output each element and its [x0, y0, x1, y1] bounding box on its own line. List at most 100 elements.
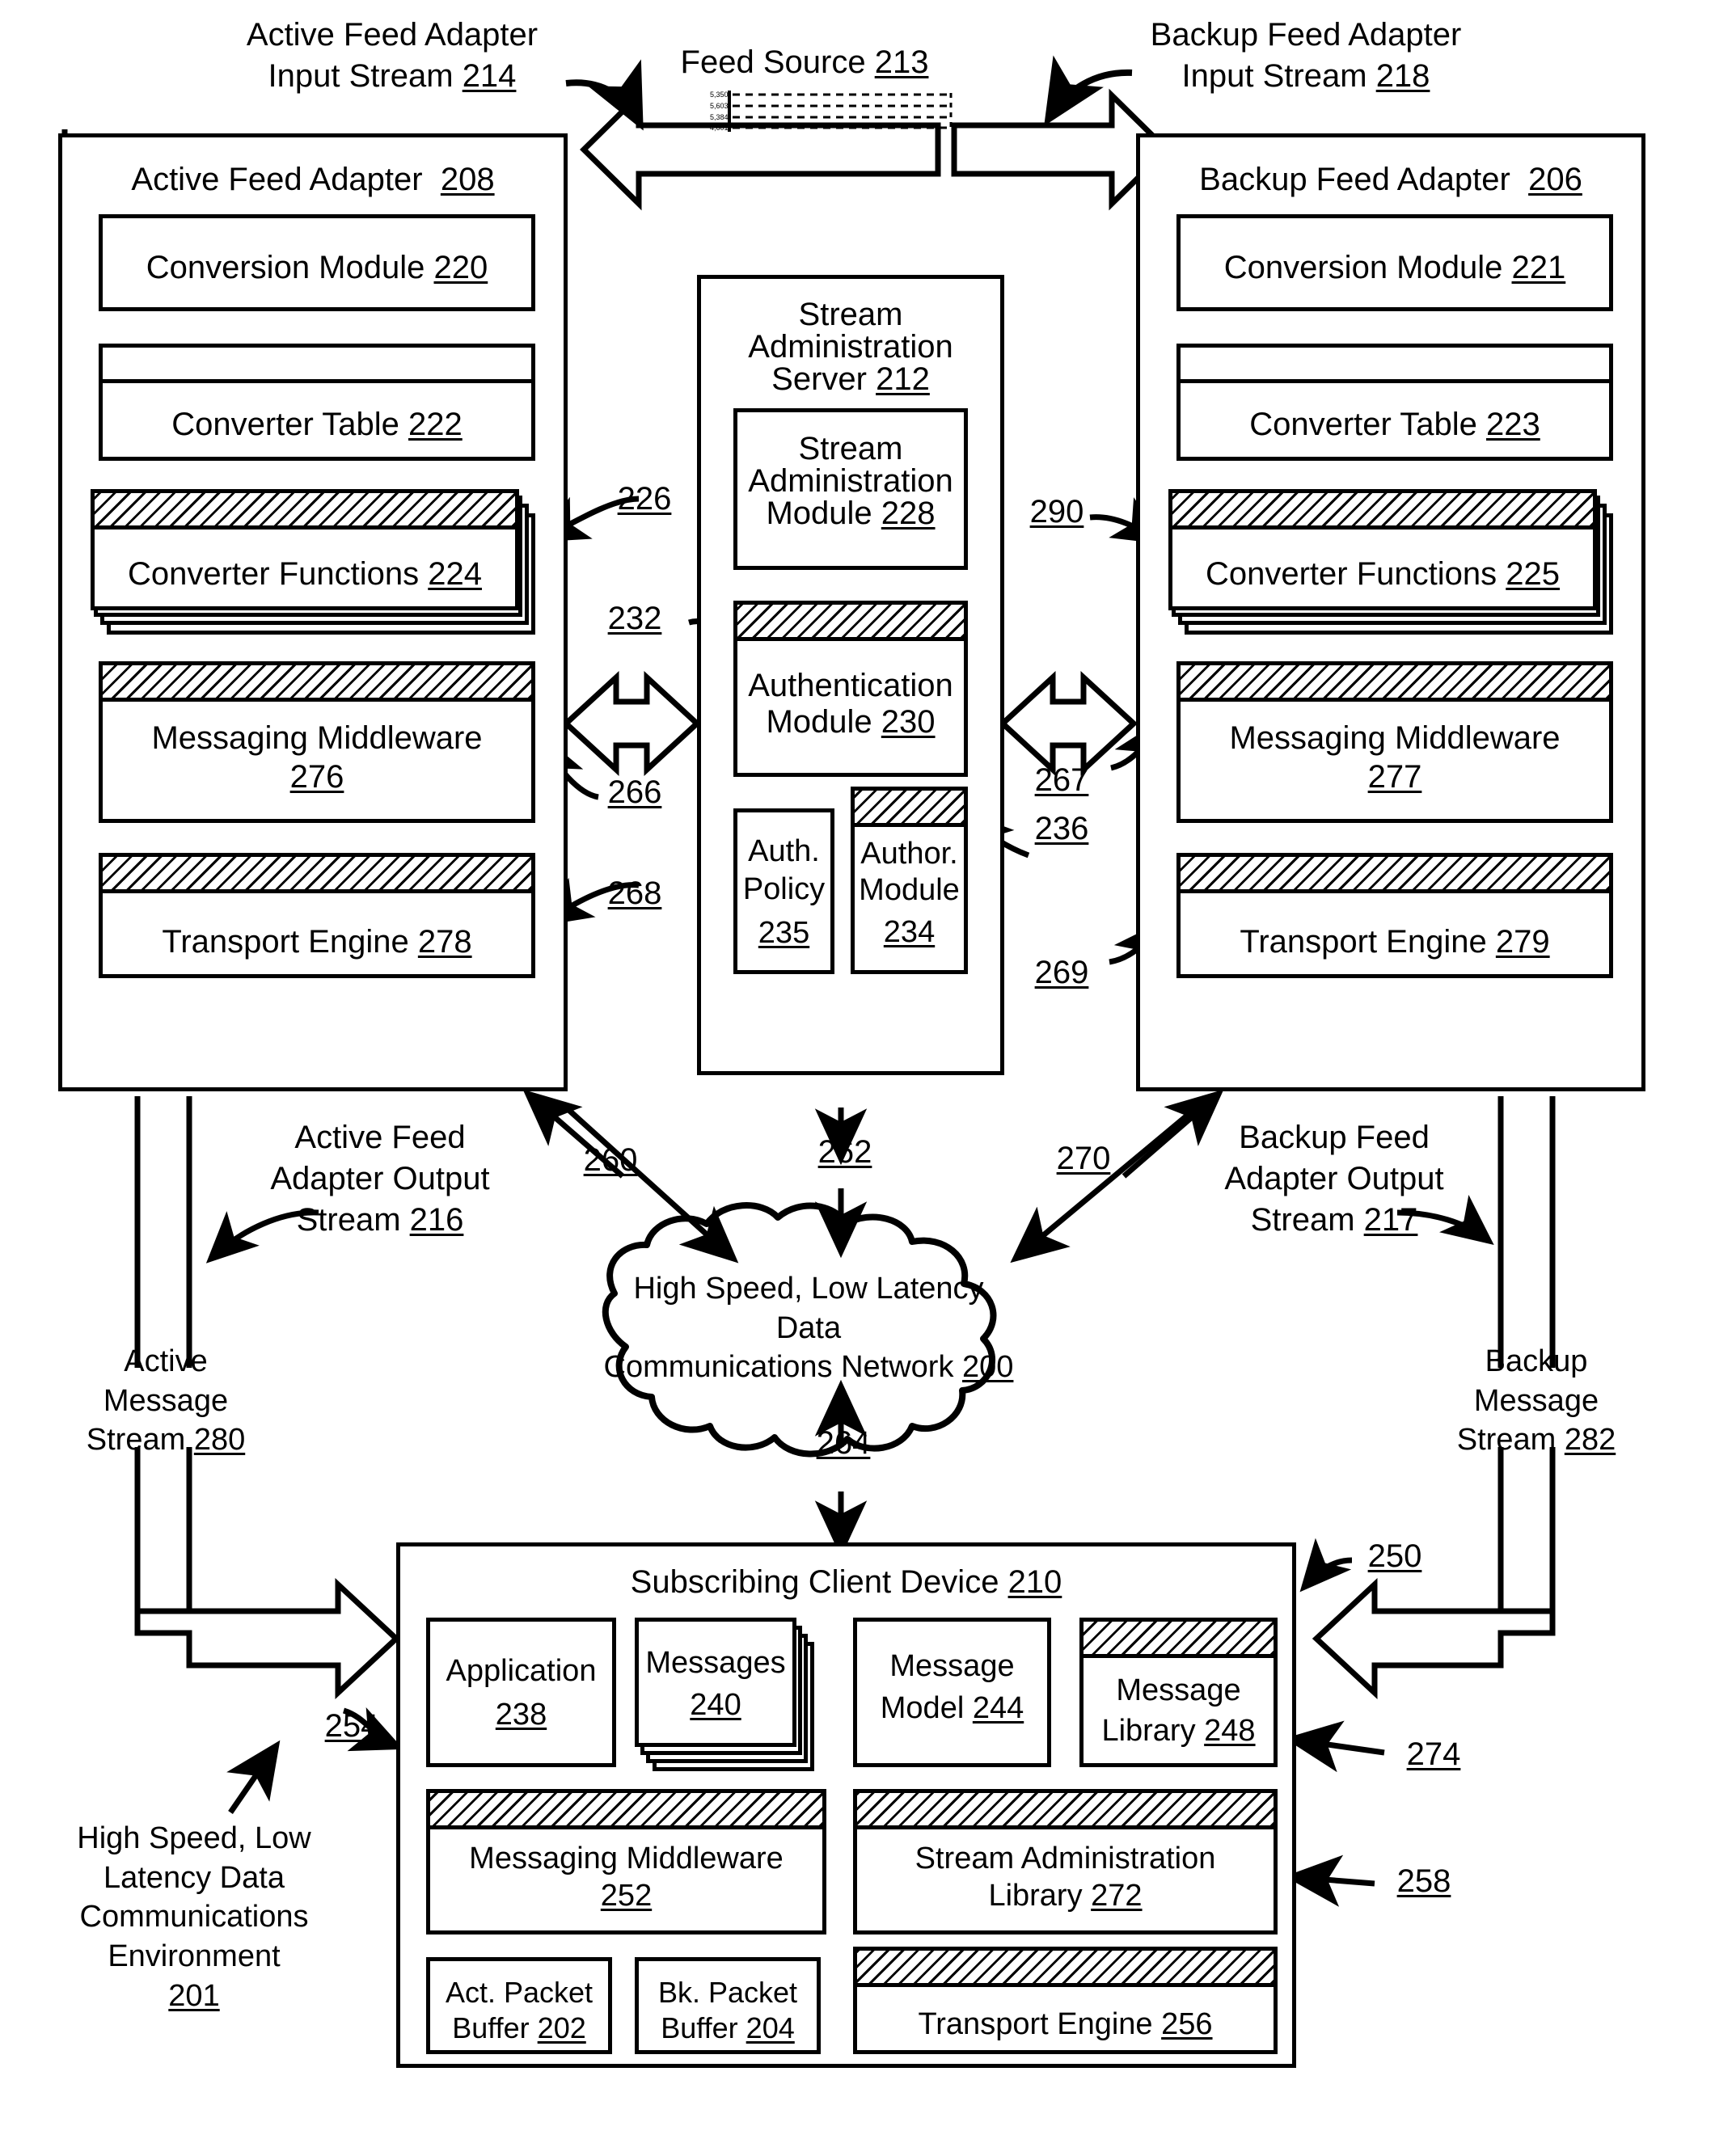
- ref-206: 206: [1528, 162, 1582, 197]
- converter-table-222[interactable]: Converter Table 222: [99, 344, 535, 461]
- ref-228: 228: [881, 496, 936, 531]
- label-active-input-stream: Active Feed Adapter Input Stream 214: [206, 15, 578, 97]
- transport-engine-256[interactable]: Transport Engine 256: [853, 1947, 1278, 2054]
- active-feed-adapter-box[interactable]: Active Feed Adapter 208 Conversion Modul…: [58, 133, 568, 1091]
- ref-282: 282: [1564, 1423, 1616, 1458]
- svg-text:5,350: 5,350: [710, 91, 729, 99]
- ref-235: 235: [758, 916, 810, 950]
- label-backup-input-stream-l2: Input Stream: [1181, 58, 1367, 95]
- hatch-strip: [1181, 665, 1609, 702]
- label-active-input-stream-l2: Input Stream: [268, 58, 454, 95]
- backup-feed-adapter-title: Backup Feed Adapter 206: [1199, 162, 1582, 197]
- ref-248: 248: [1204, 1714, 1256, 1748]
- message-model-244[interactable]: Message Model 244: [853, 1618, 1051, 1767]
- leader-250: [1299, 1538, 1353, 1593]
- converter-functions-224-stack[interactable]: Converter Functions 224: [91, 489, 543, 639]
- auth-policy-235[interactable]: Auth. Policy 235: [733, 808, 834, 974]
- ref-258: 258: [1396, 1863, 1451, 1899]
- ref-232: 232: [607, 601, 662, 636]
- ref-216: 216: [409, 1202, 464, 1238]
- authentication-module-230[interactable]: Authentication Module 230: [733, 601, 968, 777]
- ref-223: 223: [1486, 407, 1540, 442]
- svg-text:4,601: 4,601: [710, 124, 729, 132]
- ref-240: 240: [690, 1688, 741, 1722]
- ref-290: 290: [1029, 494, 1084, 530]
- ref-208: 208: [440, 162, 495, 197]
- ref-220: 220: [433, 250, 488, 285]
- ref-260: 260: [583, 1142, 638, 1178]
- messaging-middleware-252[interactable]: Messaging Middleware 252: [426, 1789, 826, 1934]
- ref-264: 264: [816, 1425, 871, 1461]
- converter-table-divider: [1176, 379, 1613, 383]
- messaging-middleware-277[interactable]: Messaging Middleware 277: [1176, 661, 1613, 823]
- ref-266: 266: [607, 774, 662, 810]
- hatch-strip: [857, 1951, 1274, 1987]
- ref-200: 200: [962, 1350, 1014, 1385]
- stream-administration-library-272[interactable]: Stream Administration Library 272: [853, 1789, 1278, 1934]
- ref-238: 238: [495, 1698, 547, 1732]
- label-backup-input-stream-l1: Backup Feed Adapter: [1150, 17, 1462, 53]
- act-packet-buffer-202[interactable]: Act. Packet Buffer 202: [426, 1957, 612, 2054]
- admin-server-title-l3: Server 212: [771, 361, 930, 397]
- ref-218: 218: [1375, 58, 1430, 95]
- ref-230: 230: [881, 704, 936, 740]
- ref-202: 202: [537, 2011, 586, 2044]
- ref-221: 221: [1511, 250, 1566, 285]
- ref-226: 226: [617, 481, 672, 517]
- admin-server-title-l1: Stream: [798, 297, 903, 332]
- arrow-cloud-backup-down: [1010, 1105, 1199, 1264]
- active-feed-adapter-title: Active Feed Adapter 208: [131, 162, 495, 197]
- leader-258: [1284, 1854, 1375, 1907]
- converter-functions-225-stack[interactable]: Converter Functions 225: [1168, 489, 1621, 639]
- messaging-middleware-276[interactable]: Messaging Middleware 276: [99, 661, 535, 823]
- author-module-234[interactable]: Author. Module 234: [851, 787, 968, 974]
- conversion-module-221[interactable]: Conversion Module 221: [1176, 214, 1613, 311]
- hatch-strip: [857, 1793, 1274, 1829]
- active-admin-bidir-arrow: [561, 671, 702, 776]
- bk-packet-buffer-204[interactable]: Bk. Packet Buffer 204: [635, 1957, 821, 2054]
- ref-224: 224: [428, 556, 483, 592]
- converter-table-223[interactable]: Converter Table 223: [1176, 344, 1613, 461]
- ref-213: 213: [874, 44, 929, 80]
- leader-274: [1284, 1720, 1385, 1773]
- message-library-248[interactable]: Message Library 248: [1079, 1618, 1278, 1767]
- ref-201: 201: [168, 1978, 220, 2013]
- ref-269: 269: [1034, 955, 1089, 990]
- ref-267: 267: [1034, 762, 1089, 798]
- svg-text:5,603: 5,603: [710, 102, 729, 110]
- ref-244: 244: [972, 1691, 1024, 1725]
- backup-stream-into-client-arrow: [1312, 1577, 1556, 1700]
- stream-administration-module-228[interactable]: Stream Administration Module 228: [733, 408, 968, 570]
- ref-262: 262: [817, 1134, 872, 1170]
- ref-268: 268: [607, 875, 662, 911]
- stream-administration-server-box[interactable]: Stream Administration Server 212 Stream …: [697, 275, 1004, 1075]
- application-238[interactable]: Application 238: [426, 1618, 616, 1767]
- ref-278: 278: [417, 924, 472, 960]
- ref-212: 212: [876, 361, 930, 397]
- subscribing-client-device-box[interactable]: Subscribing Client Device 210 Applicatio…: [396, 1542, 1296, 2068]
- hatch-strip: [103, 665, 531, 702]
- ref-279: 279: [1495, 924, 1550, 960]
- label-active-message-stream: Active Message Stream 280: [86, 1344, 246, 1458]
- hatch-strip: [1083, 1622, 1274, 1658]
- label-active-output-stream: Active Feed Adapter Output Stream 216: [270, 1120, 490, 1238]
- hatch-strip: [95, 493, 515, 530]
- patent-figure: 5,350 5,603 5,384 4,601 Active Feed Adap…: [0, 0, 1715, 2156]
- label-feed-source: Feed Source 213: [680, 44, 929, 80]
- backup-feed-adapter-box[interactable]: Backup Feed Adapter 206 Conversion Modul…: [1136, 133, 1645, 1091]
- hatch-strip: [430, 1793, 822, 1829]
- converter-functions-224[interactable]: Converter Functions 224: [91, 489, 519, 610]
- messages-240-stack[interactable]: Messages 240: [635, 1618, 833, 1779]
- client-device-title: Subscribing Client Device 210: [630, 1564, 1062, 1600]
- ref-234: 234: [883, 915, 936, 949]
- messages-240[interactable]: Messages 240: [635, 1618, 796, 1747]
- converter-functions-225[interactable]: Converter Functions 225: [1168, 489, 1597, 610]
- transport-engine-278[interactable]: Transport Engine 278: [99, 853, 535, 978]
- ref-222: 222: [408, 407, 463, 442]
- conversion-module-220[interactable]: Conversion Module 220: [99, 214, 535, 311]
- transport-engine-279[interactable]: Transport Engine 279: [1176, 853, 1613, 978]
- ref-217: 217: [1363, 1202, 1418, 1238]
- active-stream-into-client-arrow: [134, 1577, 401, 1700]
- ref-252: 252: [600, 1879, 653, 1913]
- label-environment-201: High Speed, Low Latency Data Communicati…: [61, 1819, 327, 2015]
